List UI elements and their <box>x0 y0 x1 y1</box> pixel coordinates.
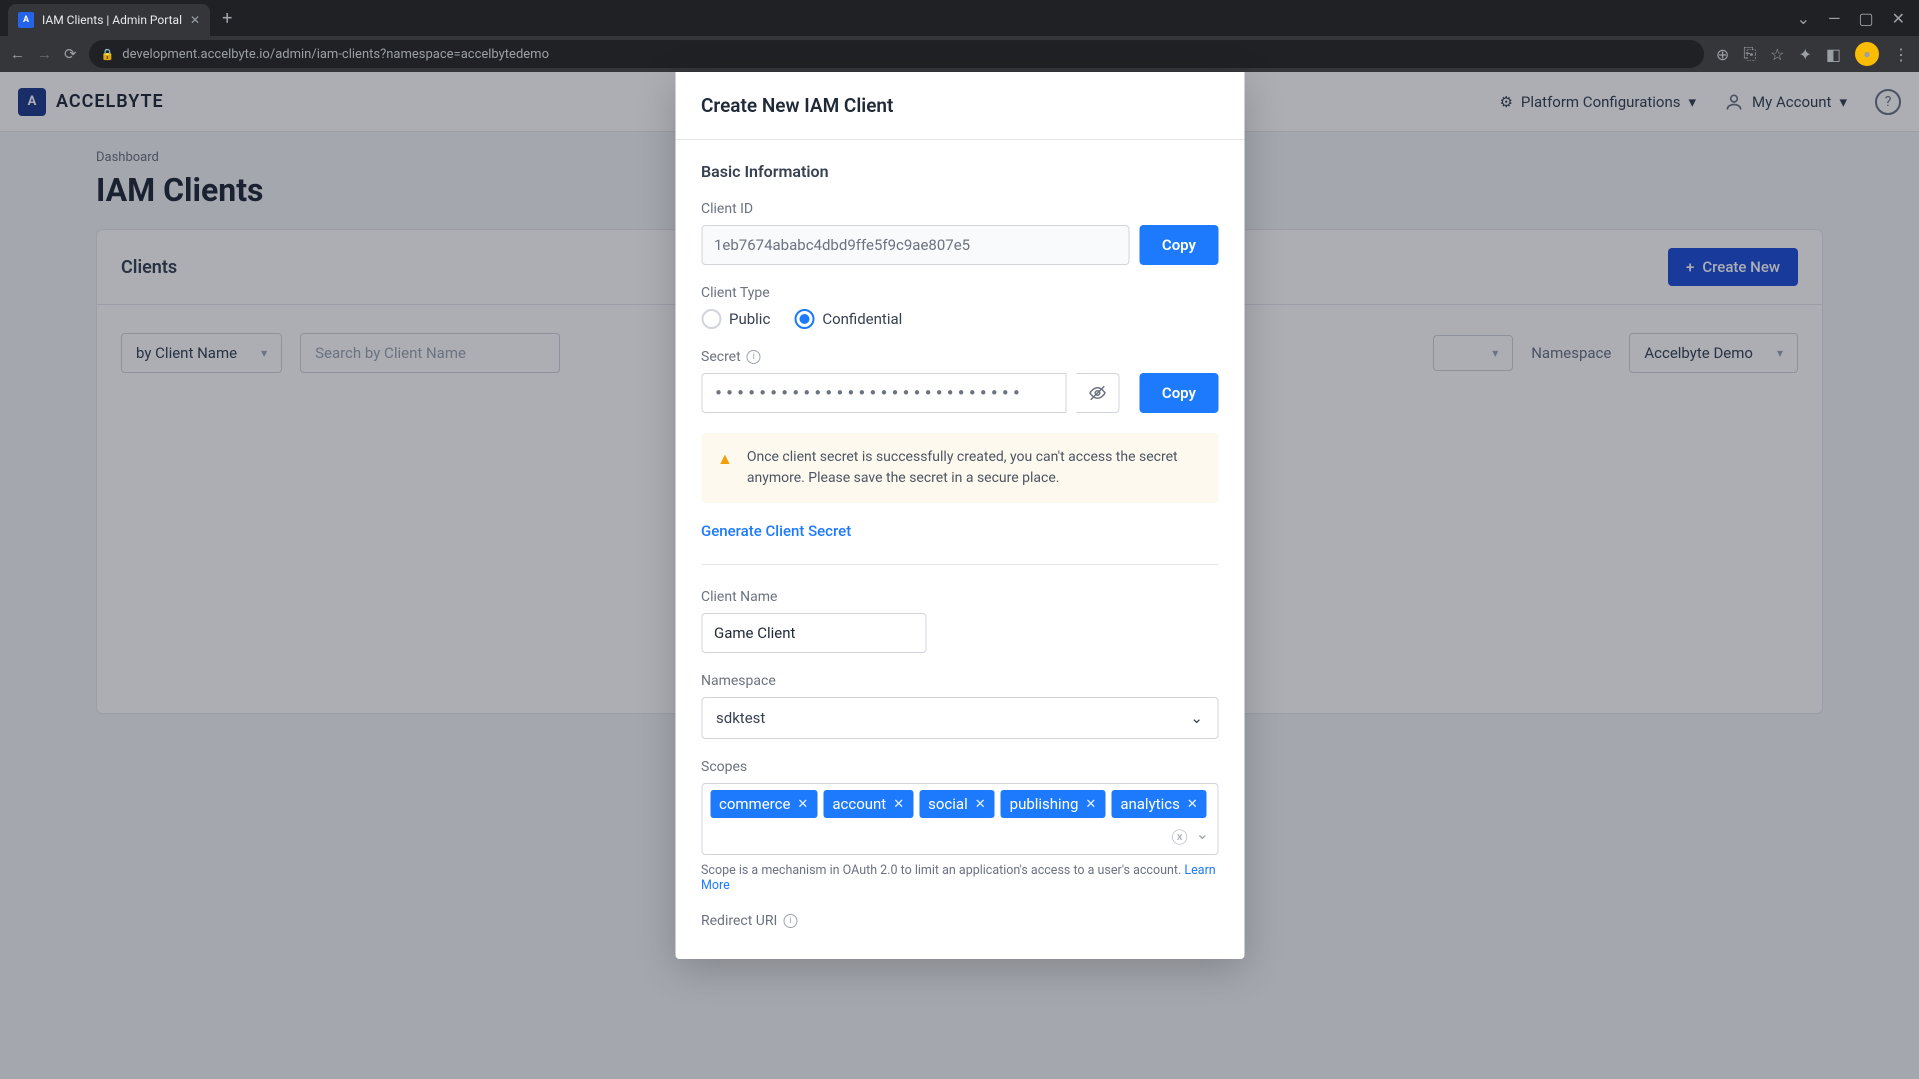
lock-icon: 🔒 <box>101 48 115 61</box>
url-text: development.accelbyte.io/admin/iam-clien… <box>122 47 549 62</box>
browser-tab[interactable]: A IAM Clients | Admin Portal ✕ <box>8 4 210 36</box>
namespace-select[interactable]: sdktest ⌄ <box>701 697 1218 739</box>
radio-icon <box>794 309 814 329</box>
create-client-modal: Create New IAM Client Basic Information … <box>675 72 1244 959</box>
remove-tag-icon[interactable]: ✕ <box>1085 797 1096 812</box>
scopes-tagbox[interactable]: commerce✕account✕social✕publishing✕analy… <box>701 783 1218 855</box>
secret-input[interactable] <box>701 373 1067 413</box>
reload-icon[interactable]: ⟳ <box>64 45 77 63</box>
info-icon[interactable]: i <box>747 350 761 364</box>
client-id-input[interactable] <box>701 225 1130 265</box>
tab-favicon: A <box>18 12 34 28</box>
share-icon[interactable]: ⎘ <box>1743 44 1756 64</box>
copy-client-id-button[interactable]: Copy <box>1140 225 1218 265</box>
chevron-down-icon[interactable]: ⌄ <box>1797 9 1810 28</box>
new-tab-button[interactable]: + <box>222 8 232 29</box>
eye-off-icon <box>1089 384 1107 402</box>
secret-label: Secret <box>701 349 741 365</box>
generate-secret-link[interactable]: Generate Client Secret <box>701 522 851 540</box>
extensions-icon[interactable]: ✦ <box>1798 45 1811 64</box>
panel-icon[interactable]: ◧ <box>1826 45 1841 64</box>
client-name-input[interactable] <box>701 613 926 653</box>
bookmark-icon[interactable]: ☆ <box>1770 45 1784 64</box>
remove-tag-icon[interactable]: ✕ <box>1187 797 1198 812</box>
warning-icon: ▲ <box>717 447 733 489</box>
scope-tag: account✕ <box>823 790 913 818</box>
scopes-helper: Scope is a mechanism in OAuth 2.0 to lim… <box>701 863 1218 893</box>
namespace-label: Namespace <box>701 673 1218 689</box>
maximize-icon[interactable]: ▢ <box>1858 9 1873 28</box>
remove-tag-icon[interactable]: ✕ <box>797 797 808 812</box>
redirect-uri-label: Redirect URI <box>701 913 777 929</box>
radio-icon <box>701 309 721 329</box>
kebab-menu-icon[interactable]: ⋮ <box>1893 45 1909 64</box>
toggle-secret-button[interactable] <box>1077 373 1120 413</box>
client-name-label: Client Name <box>701 589 1218 605</box>
url-bar[interactable]: 🔒 development.accelbyte.io/admin/iam-cli… <box>89 40 1704 68</box>
remove-tag-icon[interactable]: ✕ <box>975 797 986 812</box>
clear-all-icon[interactable]: ⓧ <box>1172 824 1188 848</box>
tab-title: IAM Clients | Admin Portal <box>42 13 182 27</box>
radio-public[interactable]: Public <box>701 309 770 329</box>
minimize-icon[interactable]: — <box>1828 9 1841 28</box>
tab-close-icon[interactable]: ✕ <box>190 13 200 27</box>
copy-secret-button[interactable]: Copy <box>1140 373 1218 413</box>
scopes-label: Scopes <box>701 759 1218 775</box>
close-window-icon[interactable]: ✕ <box>1892 9 1905 28</box>
scope-tag: analytics✕ <box>1111 790 1206 818</box>
secret-warning-alert: ▲ Once client secret is successfully cre… <box>701 433 1218 503</box>
divider <box>701 564 1218 565</box>
back-icon[interactable]: ← <box>10 45 25 63</box>
client-id-label: Client ID <box>701 201 1218 217</box>
scope-tag: publishing✕ <box>1001 790 1106 818</box>
profile-avatar[interactable]: ● <box>1855 42 1879 66</box>
forward-icon: → <box>37 45 52 63</box>
modal-title: Create New IAM Client <box>701 94 1218 117</box>
chevron-down-icon: ⌄ <box>1190 709 1203 727</box>
remove-tag-icon[interactable]: ✕ <box>893 797 904 812</box>
zoom-icon[interactable]: ⊕ <box>1716 45 1729 64</box>
scope-tag: commerce✕ <box>710 790 817 818</box>
radio-confidential[interactable]: Confidential <box>794 309 902 329</box>
info-icon[interactable]: i <box>783 914 797 928</box>
chevron-down-icon[interactable]: ⌄ <box>1196 824 1209 848</box>
client-type-label: Client Type <box>701 285 1218 301</box>
section-basic-info: Basic Information <box>701 162 1218 181</box>
scope-tag: social✕ <box>919 790 995 818</box>
